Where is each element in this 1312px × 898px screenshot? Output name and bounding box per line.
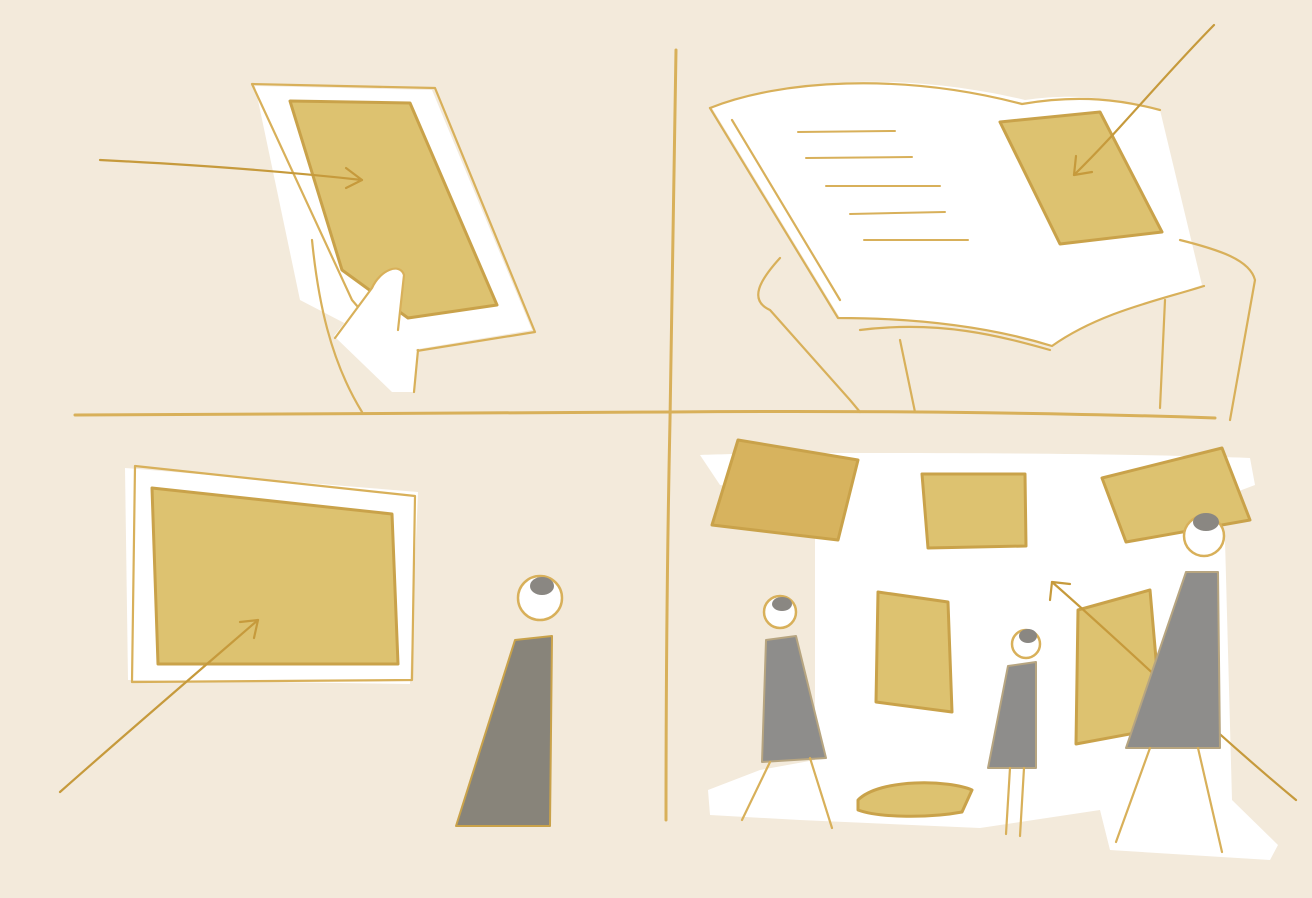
wall-screen [150,486,400,666]
viewer-figure [455,574,564,827]
tablet-panel [98,82,537,414]
book-panel [708,23,1257,422]
wall-screen-panel [58,464,564,827]
gallery-panel [700,438,1298,860]
four-panel-illustration [0,0,1312,894]
gallery-screen-2 [920,472,1028,550]
gallery-screen-4 [874,590,954,714]
gallery-screen-1 [710,438,860,542]
